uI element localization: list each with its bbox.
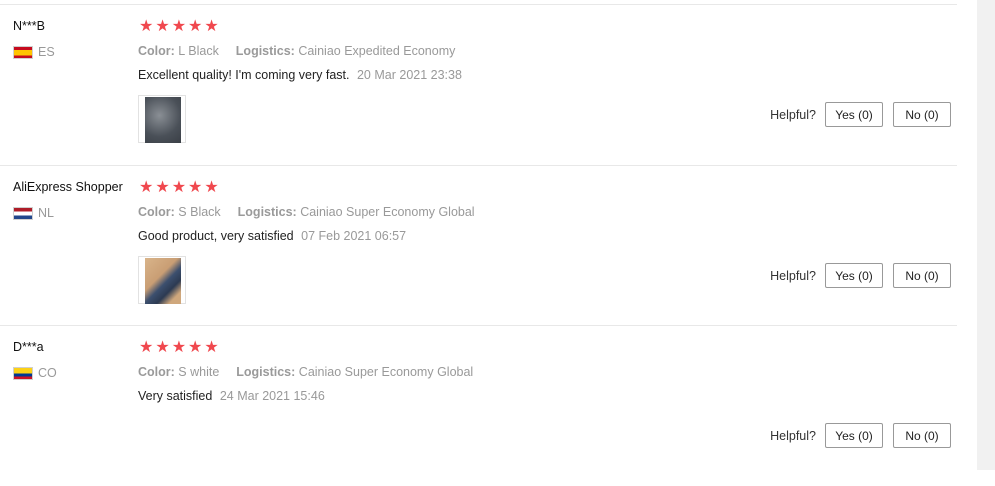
helpful-vote: Helpful? Yes (0) No (0) xyxy=(770,263,951,288)
star-icon: ★ xyxy=(171,179,187,196)
star-icon: ★ xyxy=(155,179,170,196)
star-rating: ★ ★ ★ ★ ★ xyxy=(139,340,219,356)
spain-flag-icon xyxy=(13,45,33,59)
star-icon: ★ xyxy=(188,339,203,356)
reviewer-name: N***B xyxy=(13,19,45,33)
star-rating: ★ ★ ★ ★ ★ xyxy=(139,180,219,196)
logistics-label: Logistics: xyxy=(237,205,297,219)
star-icon: ★ xyxy=(155,18,170,35)
logistics-label: Logistics: xyxy=(236,365,296,379)
color-label: Color: xyxy=(138,44,175,58)
color-value: S white xyxy=(178,365,220,379)
star-icon: ★ xyxy=(139,18,154,35)
review-photo xyxy=(145,258,181,304)
color-value: S Black xyxy=(178,205,221,219)
reviewer-name: D***a xyxy=(13,340,44,354)
review-item: AliExpress Shopper NL ★ ★ ★ ★ ★ Color: S… xyxy=(0,165,957,326)
country-code: NL xyxy=(38,206,54,220)
logistics-value: Cainiao Super Economy Global xyxy=(300,205,475,219)
country-code: ES xyxy=(38,45,55,59)
color-value: L Black xyxy=(178,44,219,58)
helpful-yes-button[interactable]: Yes (0) xyxy=(825,263,883,288)
logistics-value: Cainiao Expedited Economy xyxy=(298,44,456,58)
review-text-line: Very satisfied 24 Mar 2021 15:46 xyxy=(138,389,325,403)
review-item: D***a CO ★ ★ ★ ★ ★ Color: S white Logist… xyxy=(0,325,957,486)
helpful-no-button[interactable]: No (0) xyxy=(893,102,951,127)
review-date: 24 Mar 2021 15:46 xyxy=(219,389,325,403)
star-icon: ★ xyxy=(171,339,187,356)
helpful-label: Helpful? xyxy=(770,428,816,443)
helpful-vote: Helpful? Yes (0) No (0) xyxy=(770,102,951,127)
netherlands-flag-icon xyxy=(13,206,33,220)
helpful-yes-button[interactable]: Yes (0) xyxy=(825,423,883,448)
color-label: Color: xyxy=(138,205,175,219)
review-text: Good product, very satisfied xyxy=(138,229,294,243)
reviewer-country: ES xyxy=(13,45,55,59)
review-photo-thumbnail[interactable] xyxy=(138,95,186,143)
star-icon: ★ xyxy=(139,339,154,356)
review-text-line: Excellent quality! I'm coming very fast.… xyxy=(138,68,462,82)
reviewer-country: NL xyxy=(13,206,54,220)
review-photo xyxy=(145,97,181,143)
star-icon: ★ xyxy=(139,179,154,196)
review-text-line: Good product, very satisfied 07 Feb 2021… xyxy=(138,229,406,243)
order-info: Color: S Black Logistics: Cainiao Super … xyxy=(138,205,475,219)
helpful-no-button[interactable]: No (0) xyxy=(893,423,951,448)
helpful-vote: Helpful? Yes (0) No (0) xyxy=(770,423,951,448)
star-icon: ★ xyxy=(155,339,170,356)
review-photo-thumbnail[interactable] xyxy=(138,256,186,304)
star-icon: ★ xyxy=(204,179,219,196)
order-info: Color: L Black Logistics: Cainiao Expedi… xyxy=(138,44,455,58)
colombia-flag-icon xyxy=(13,366,33,380)
star-icon: ★ xyxy=(204,339,219,356)
review-text: Excellent quality! I'm coming very fast. xyxy=(138,68,350,82)
review-item: N***B ES ★ ★ ★ ★ ★ Color: L Black Logist… xyxy=(0,5,957,165)
star-icon: ★ xyxy=(204,18,219,35)
star-icon: ★ xyxy=(171,18,187,35)
color-label: Color: xyxy=(138,365,175,379)
reviewer-name: AliExpress Shopper xyxy=(13,180,123,194)
star-icon: ★ xyxy=(188,18,203,35)
order-info: Color: S white Logistics: Cainiao Super … xyxy=(138,365,473,379)
reviewer-country: CO xyxy=(13,366,57,380)
review-text: Very satisfied xyxy=(138,389,213,403)
helpful-no-button[interactable]: No (0) xyxy=(893,263,951,288)
helpful-label: Helpful? xyxy=(770,107,816,122)
scrollbar-track[interactable] xyxy=(977,0,995,470)
helpful-yes-button[interactable]: Yes (0) xyxy=(825,102,883,127)
country-code: CO xyxy=(38,366,57,380)
logistics-label: Logistics: xyxy=(235,44,295,58)
star-rating: ★ ★ ★ ★ ★ xyxy=(139,19,219,35)
star-icon: ★ xyxy=(188,179,203,196)
logistics-value: Cainiao Super Economy Global xyxy=(298,365,474,379)
review-date: 20 Mar 2021 23:38 xyxy=(356,68,462,82)
helpful-label: Helpful? xyxy=(770,268,816,283)
review-date: 07 Feb 2021 06:57 xyxy=(301,229,407,243)
